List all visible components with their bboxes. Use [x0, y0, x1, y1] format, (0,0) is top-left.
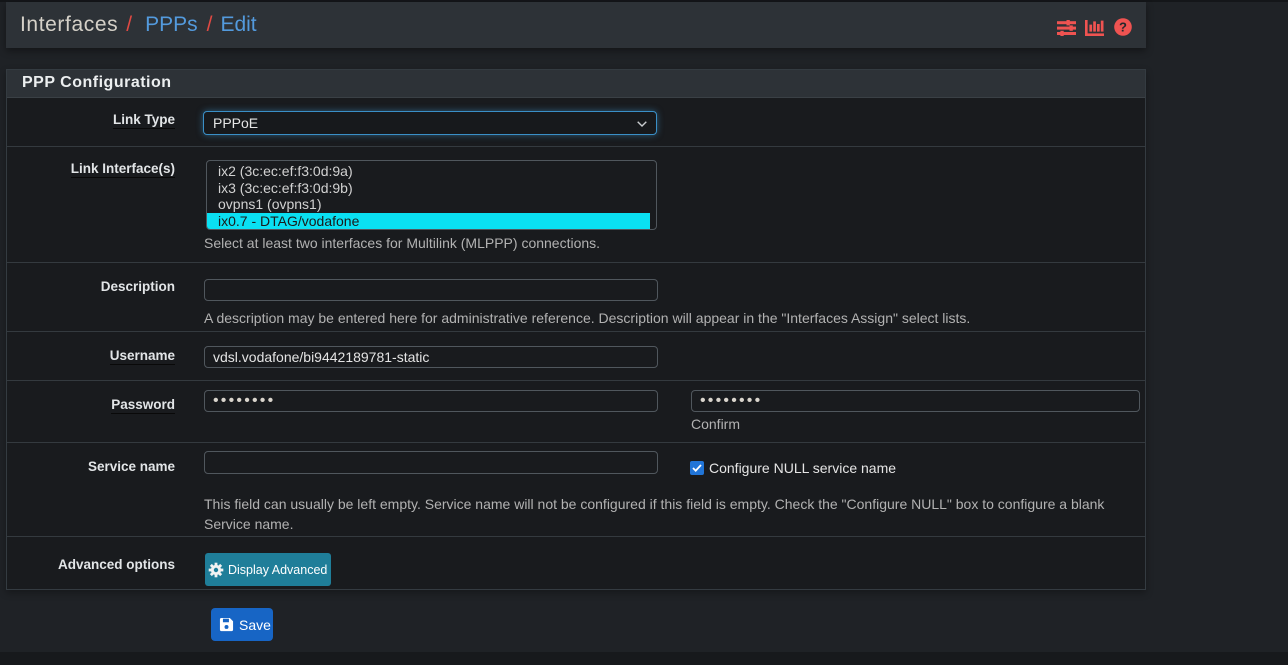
svg-text:?: ?: [1119, 20, 1127, 35]
